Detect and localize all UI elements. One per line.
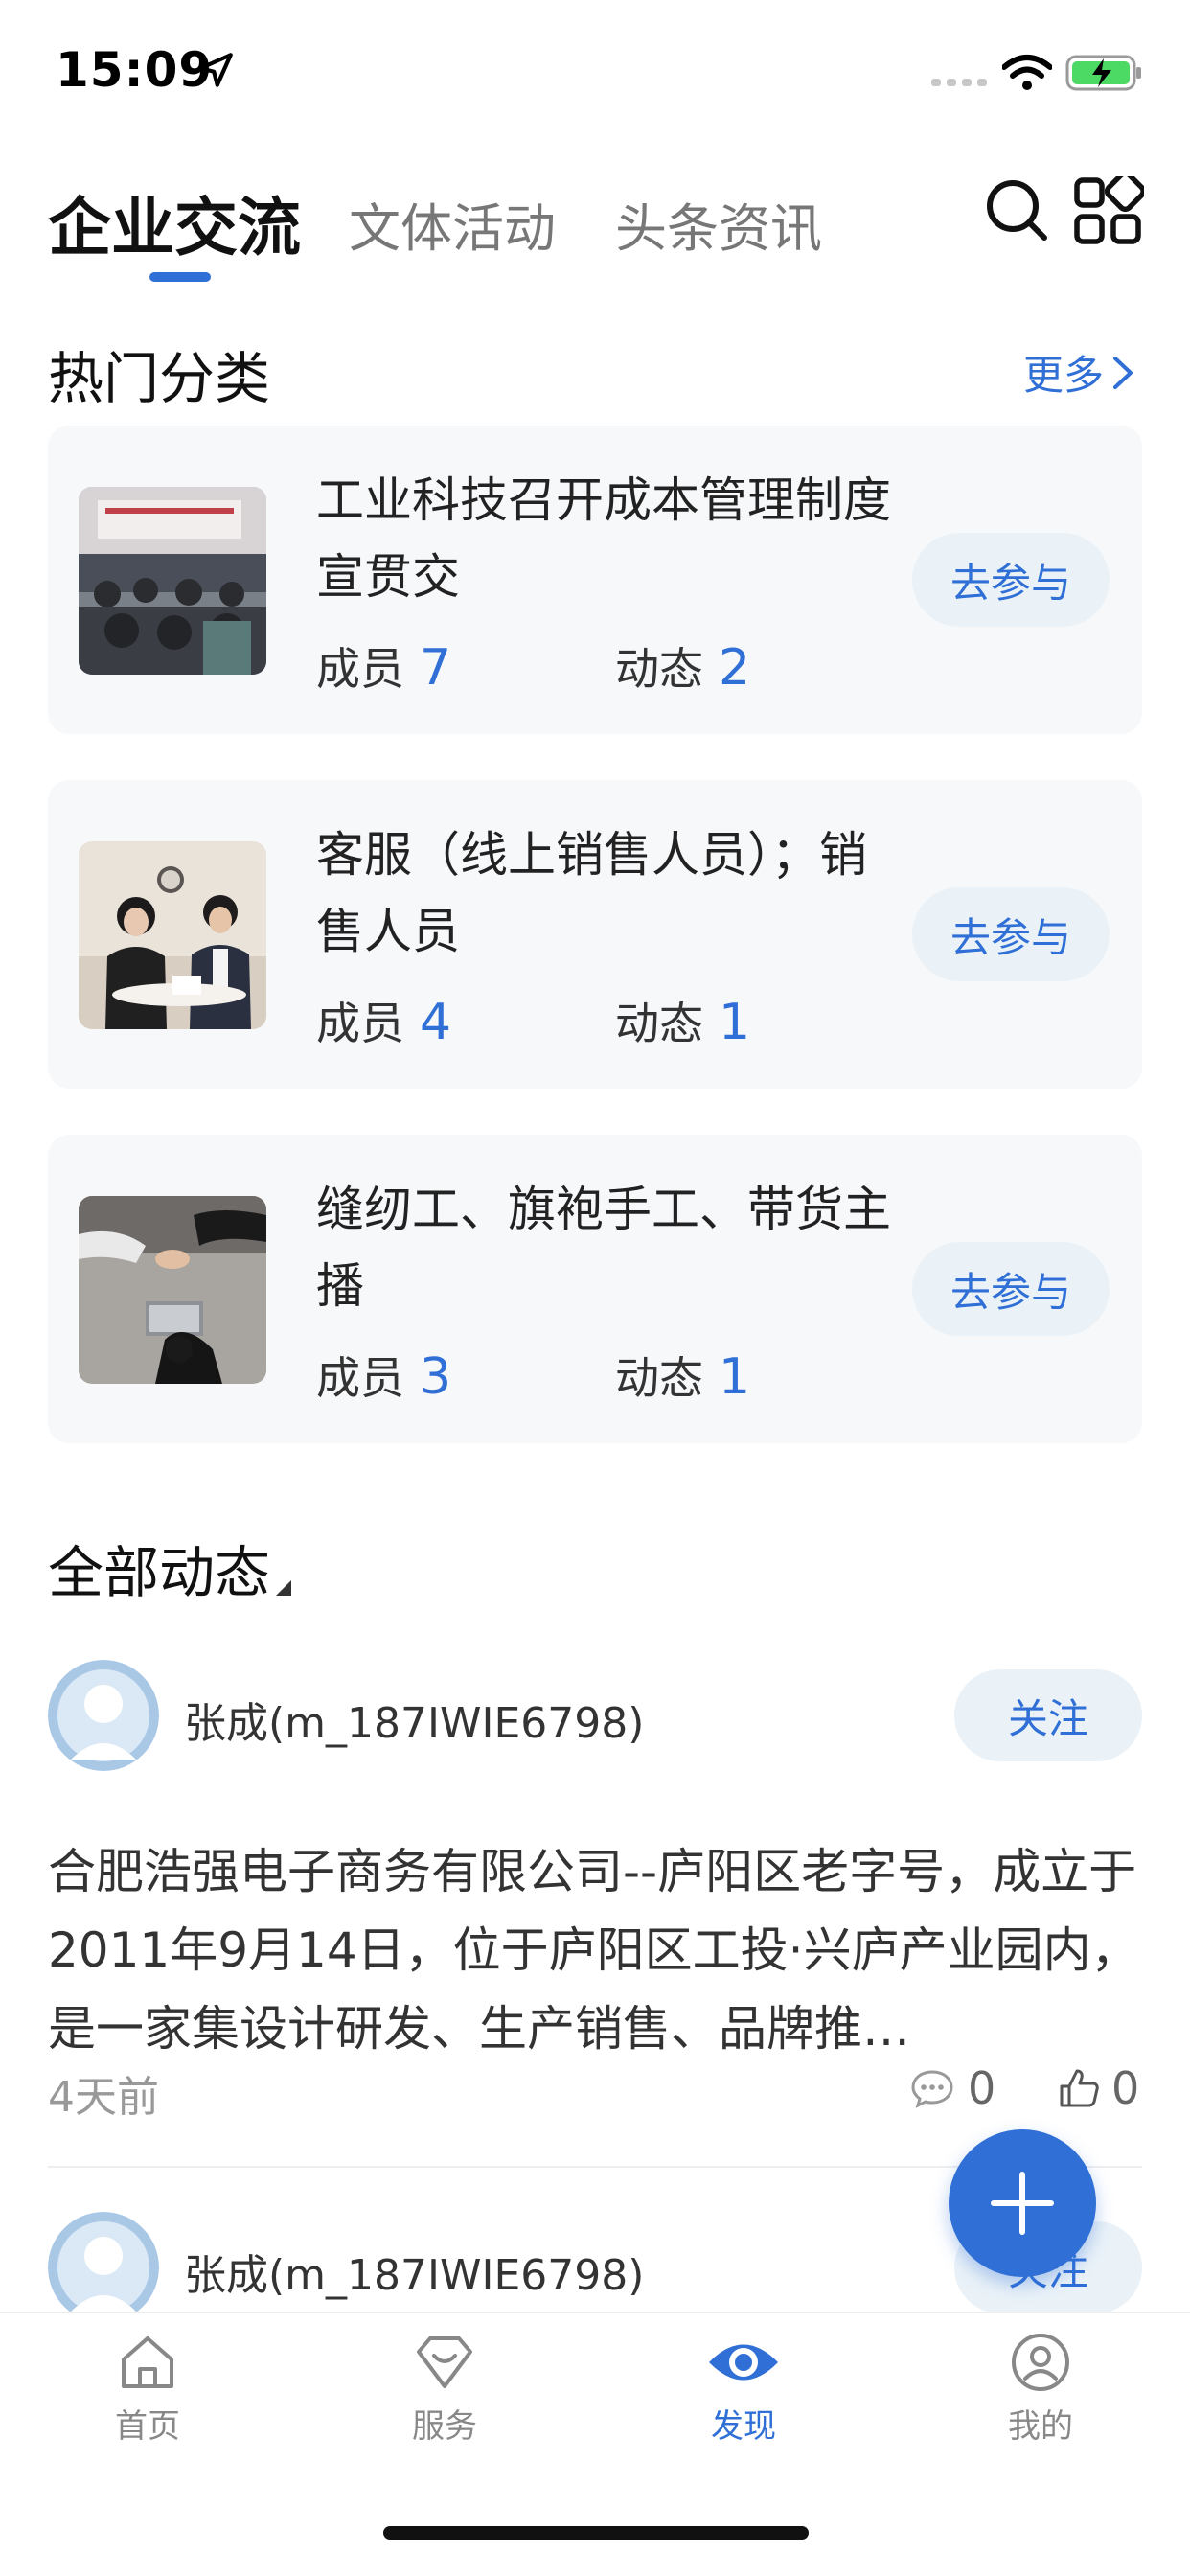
- username[interactable]: 张成(m_187IWIE6798): [184, 1689, 644, 1750]
- more-label: 更多: [1023, 352, 1105, 399]
- more-link[interactable]: 更多: [1023, 343, 1136, 402]
- comment-count[interactable]: 0: [910, 2062, 995, 2114]
- tab-headlines[interactable]: 头条资讯: [615, 186, 822, 262]
- nav-label-home: 首页: [115, 2407, 180, 2446]
- posts-count: 1: [719, 1348, 751, 1406]
- members-label: 成员: [316, 998, 404, 1049]
- home-indicator[interactable]: [383, 2526, 809, 2540]
- chevron-right-icon: [1113, 356, 1133, 389]
- post-time: 4天前: [48, 2073, 159, 2122]
- members-stat: 成员 4: [316, 989, 451, 1052]
- category-card[interactable]: 工业科技召开成本管理制度宣贯交 成员 7 动态 2 去参与: [48, 426, 1142, 734]
- all-posts-label: 全部动态: [48, 1540, 271, 1605]
- avatar[interactable]: [48, 2212, 159, 2312]
- screen: 15:09 企业交流 文体活动 头条资讯 热门分类 更多 工业科技召开成本管理制…: [0, 0, 1190, 2576]
- hot-categories-title: 热门分类: [48, 346, 271, 411]
- category-stats: 成员 7 动态 2: [316, 634, 750, 698]
- members-count: 3: [420, 1348, 452, 1406]
- posts-label: 动态: [615, 1352, 703, 1404]
- status-bar: 15:09: [0, 0, 1190, 144]
- members-label: 成员: [316, 643, 404, 695]
- posts-stat: 动态 1: [615, 989, 750, 1052]
- search-icon[interactable]: [983, 176, 1050, 243]
- category-thumbnail-office: [79, 841, 266, 1029]
- nav-item-profile[interactable]: 我的: [935, 2331, 1146, 2447]
- category-title: 工业科技召开成本管理制度宣贯交: [316, 472, 891, 605]
- category-card[interactable]: 缝纫工、旗袍手工、带货主播 成员 3 动态 1 去参与: [48, 1135, 1142, 1443]
- post-text[interactable]: 合肥浩强电子商务有限公司--庐阳区老字号，成立于2011年9月14日，位于庐阳区…: [48, 1832, 1142, 2068]
- join-button[interactable]: 去参与: [912, 533, 1110, 627]
- profile-icon: [1012, 2334, 1069, 2391]
- members-label: 成员: [316, 1352, 404, 1404]
- diamond-icon: [417, 2336, 472, 2388]
- sort-caret-icon: [276, 1580, 292, 1596]
- comment-icon: [911, 2070, 953, 2108]
- home-icon: [122, 2336, 173, 2388]
- members-count: 4: [420, 994, 452, 1051]
- posts-count: 2: [719, 639, 751, 697]
- like-count-value: 0: [1111, 2062, 1140, 2114]
- posts-stat: 动态 2: [615, 634, 750, 698]
- category-title: 客服（线上销售人员）；销售人员: [316, 827, 867, 959]
- thumbs-up-icon: [1060, 2069, 1099, 2107]
- active-tab-indicator: [149, 272, 211, 282]
- like-count[interactable]: 0: [1058, 2062, 1139, 2114]
- nav-item-home[interactable]: 首页: [42, 2331, 253, 2447]
- members-stat: 成员 3: [316, 1344, 451, 1407]
- posts-stat: 动态 1: [615, 1344, 750, 1407]
- feed-post[interactable]: 张成(m_187IWIE6798) 关注 合肥浩强电子商务有限公司--庐阳区老字…: [48, 1660, 1142, 2122]
- tab-enterprise-exchange[interactable]: 企业交流: [48, 176, 301, 268]
- avatar[interactable]: [48, 1660, 159, 1771]
- join-button[interactable]: 去参与: [912, 1242, 1110, 1336]
- wifi-icon: [1002, 55, 1052, 90]
- nav-label-discover: 发现: [711, 2407, 776, 2446]
- apps-grid-icon[interactable]: [1073, 176, 1144, 247]
- nav-item-discover[interactable]: 发现: [638, 2331, 849, 2447]
- category-thumbnail-meeting: [79, 487, 266, 675]
- battery-charging-icon: [1065, 55, 1141, 91]
- category-card[interactable]: 客服（线上销售人员）；销售人员 成员 4 动态 1 去参与: [48, 780, 1142, 1089]
- members-stat: 成员 7: [316, 634, 451, 698]
- follow-button[interactable]: 关注: [954, 1669, 1142, 1761]
- join-button[interactable]: 去参与: [912, 887, 1110, 981]
- posts-label: 动态: [615, 643, 703, 695]
- comment-count-value: 0: [968, 2062, 996, 2114]
- location-arrow-icon: [198, 53, 233, 87]
- members-count: 7: [420, 639, 452, 697]
- all-posts-title[interactable]: 全部动态: [48, 1528, 292, 1608]
- nav-item-services[interactable]: 服务: [339, 2331, 550, 2447]
- plus-icon: [991, 2172, 1054, 2235]
- category-title: 缝纫工、旗袍手工、带货主播: [316, 1182, 891, 1314]
- category-thumbnail-handshake: [79, 1196, 266, 1384]
- add-post-button[interactable]: [949, 2129, 1096, 2277]
- posts-label: 动态: [615, 998, 703, 1049]
- status-time: 15:09: [56, 42, 214, 98]
- username[interactable]: 张成(m_187IWIE6798): [184, 2241, 644, 2302]
- tab-culture-sports[interactable]: 文体活动: [349, 186, 556, 262]
- cellular-signal-icon: [931, 79, 987, 86]
- category-stats: 成员 3 动态 1: [316, 1344, 750, 1407]
- nav-label-profile: 我的: [1008, 2407, 1073, 2446]
- posts-count: 1: [719, 994, 751, 1051]
- nav-label-services: 服务: [412, 2407, 477, 2446]
- top-tab-bar: 企业交流 文体活动 头条资讯: [0, 163, 1190, 297]
- eye-icon: [709, 2344, 778, 2380]
- category-stats: 成员 4 动态 1: [316, 989, 750, 1052]
